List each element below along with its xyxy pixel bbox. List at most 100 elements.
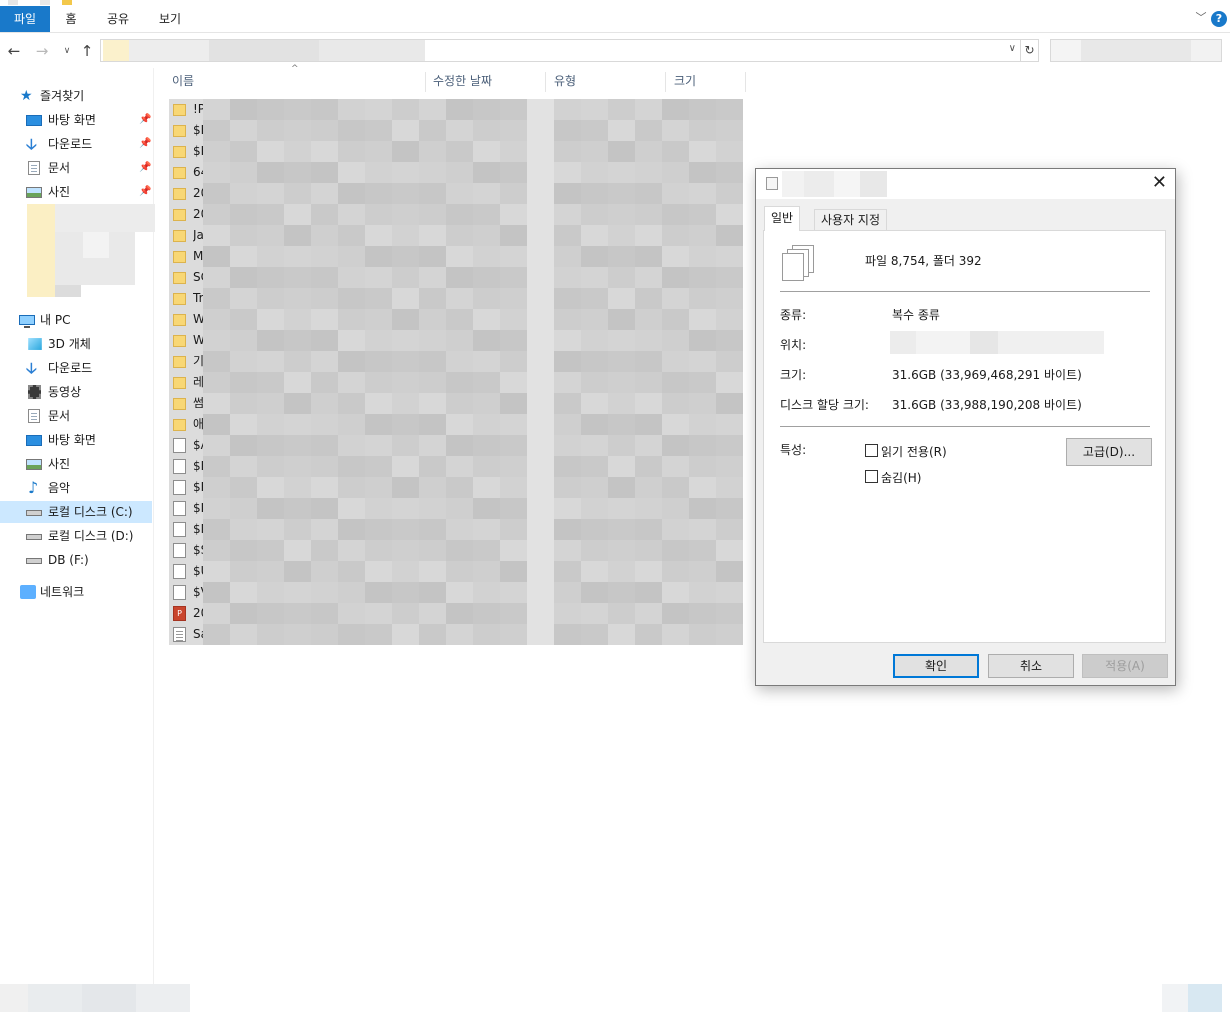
redacted-cell <box>203 414 230 435</box>
pin-icon[interactable]: 📌 <box>139 133 151 155</box>
redacted-cell <box>203 519 230 540</box>
quick-access-icon[interactable] <box>8 0 18 5</box>
ribbon-tab-share[interactable]: 공유 <box>100 6 136 32</box>
redacted-cell <box>446 519 473 540</box>
back-arrow-icon[interactable]: ← <box>5 41 23 61</box>
nav-network[interactable]: 네트워크 <box>0 581 152 603</box>
redacted-cell <box>257 99 284 120</box>
redacted-cell <box>419 162 446 183</box>
redacted-cell <box>662 393 689 414</box>
pin-icon[interactable]: 📌 <box>139 181 151 203</box>
address-bar[interactable]: ∨ <box>100 39 1021 62</box>
redacted-cell <box>500 120 527 141</box>
refresh-icon[interactable]: ↻ <box>1021 39 1039 62</box>
redacted-status <box>136 984 190 1012</box>
cancel-button[interactable]: 취소 <box>988 654 1074 678</box>
search-input[interactable] <box>1050 39 1222 62</box>
ribbon-tab-file[interactable]: 파일 <box>0 6 50 32</box>
column-header-name[interactable]: 이름 <box>166 72 426 92</box>
nav-item-downloads-pinned[interactable]: 🡣 다운로드 📌 <box>0 133 152 155</box>
nav-quick-access[interactable]: ★ 즐겨찾기 <box>0 85 152 107</box>
forward-arrow-icon[interactable]: → <box>33 41 51 61</box>
nav-item-3d-objects[interactable]: 3D 개체 <box>0 333 152 355</box>
redacted-cell <box>446 477 473 498</box>
redacted-cell <box>473 456 500 477</box>
ribbon-tab-home[interactable]: 홈 <box>56 6 86 32</box>
nav-item-db-f[interactable]: DB (F:) <box>0 549 152 571</box>
redacted-cell <box>716 267 743 288</box>
ribbon-expand-chevron-icon[interactable]: ﹀ <box>1194 11 1208 25</box>
readonly-checkbox[interactable] <box>865 444 878 457</box>
redacted-cell <box>662 246 689 267</box>
nav-item-pictures[interactable]: 사진 <box>0 453 152 475</box>
nav-item-documents[interactable]: 문서 <box>0 405 152 427</box>
redacted-cell <box>608 519 635 540</box>
redacted-cell <box>473 435 500 456</box>
large-icons-view-icon[interactable] <box>1188 984 1222 1012</box>
nav-item-music[interactable]: ♪ 음악 <box>0 477 152 499</box>
multiple-files-icon <box>766 177 778 190</box>
redacted-cell <box>473 330 500 351</box>
nav-item-pictures-pinned[interactable]: 사진 📌 <box>0 181 152 203</box>
nav-item-desktop-pinned[interactable]: 바탕 화면 📌 <box>0 109 152 131</box>
file-icon <box>173 459 186 474</box>
redacted-cell <box>257 456 284 477</box>
column-header-modified[interactable]: 수정한 날짜 <box>426 72 546 92</box>
redacted-cell <box>473 246 500 267</box>
redacted-cell <box>311 519 338 540</box>
redacted-cell <box>230 162 257 183</box>
hidden-checkbox[interactable] <box>865 470 878 483</box>
nav-this-pc[interactable]: 내 PC <box>0 309 152 331</box>
tab-general[interactable]: 일반 <box>764 206 801 231</box>
redacted-cell <box>338 246 365 267</box>
folder-icon <box>173 419 186 431</box>
redacted-cell <box>500 141 527 162</box>
redacted-cell <box>338 519 365 540</box>
redacted-cell <box>581 477 608 498</box>
nav-item-local-disk-c[interactable]: 로컬 디스크 (C:) <box>0 501 152 523</box>
redacted-cell <box>338 372 365 393</box>
apply-button[interactable]: 적용(A) <box>1082 654 1168 678</box>
redacted-cell <box>527 393 554 414</box>
redacted-cell <box>527 267 554 288</box>
nav-item-videos[interactable]: 동영상 <box>0 381 152 403</box>
up-arrow-icon[interactable]: ↑ <box>78 41 96 61</box>
column-header-size[interactable]: 크기 <box>666 72 746 92</box>
column-header-type[interactable]: 유형 <box>546 72 666 92</box>
redacted-cell <box>689 561 716 582</box>
redacted-cell <box>446 120 473 141</box>
dialog-title-bar[interactable]: ✕ <box>756 169 1175 199</box>
hidden-label[interactable]: 숨김(H) <box>881 469 921 486</box>
redacted-cell <box>338 204 365 225</box>
tab-customize[interactable]: 사용자 지정 <box>814 209 888 230</box>
drive-icon <box>26 534 42 540</box>
redacted-cell <box>689 309 716 330</box>
redacted-cell <box>203 477 230 498</box>
details-view-icon[interactable] <box>1162 984 1188 1012</box>
redacted-cell <box>716 561 743 582</box>
redacted-cell <box>311 414 338 435</box>
quick-access-icon[interactable] <box>40 0 50 5</box>
pin-icon[interactable]: 📌 <box>139 157 151 179</box>
redacted-cell <box>500 204 527 225</box>
nav-item-downloads[interactable]: 🡣 다운로드 <box>0 357 152 379</box>
nav-item-desktop[interactable]: 바탕 화면 <box>0 429 152 451</box>
ribbon-tab-view[interactable]: 보기 <box>152 6 188 32</box>
redacted-cell <box>419 519 446 540</box>
readonly-label[interactable]: 읽기 전용(R) <box>881 443 947 460</box>
advanced-button[interactable]: 고급(D)... <box>1066 438 1152 466</box>
redacted-cell <box>257 246 284 267</box>
file-icon <box>173 564 186 579</box>
address-dropdown-chevron-icon[interactable]: ∨ <box>1009 43 1016 54</box>
close-icon[interactable]: ✕ <box>1152 171 1167 195</box>
redacted-search <box>1191 40 1221 61</box>
redacted-cell <box>419 498 446 519</box>
pin-icon[interactable]: 📌 <box>139 109 151 131</box>
nav-item-local-disk-d[interactable]: 로컬 디스크 (D:) <box>0 525 152 547</box>
help-icon[interactable]: ? <box>1211 11 1227 27</box>
size-label: 크기: <box>780 368 807 382</box>
recent-locations-chevron-icon[interactable]: ∨ <box>58 41 76 61</box>
nav-item-documents-pinned[interactable]: 문서 📌 <box>0 157 152 179</box>
ok-button[interactable]: 확인 <box>893 654 979 678</box>
redacted-cell <box>716 477 743 498</box>
